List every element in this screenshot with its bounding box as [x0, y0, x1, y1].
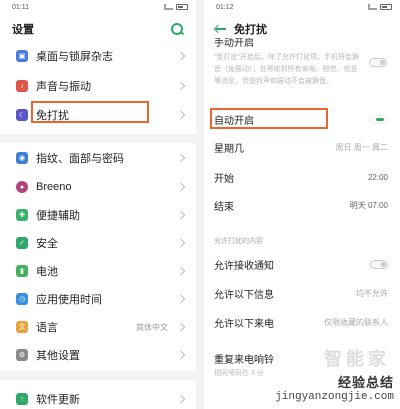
settings-item-label: 安全	[36, 238, 58, 250]
highlight-box	[31, 101, 149, 123]
weekday-value: 周日 周一 周二	[335, 142, 388, 152]
allow-calls-value: 仅限收藏的联系人	[324, 317, 388, 327]
signal-icon	[164, 4, 173, 10]
watermark-gray: 智能家	[324, 349, 390, 369]
sound-icon: ♪	[16, 80, 28, 92]
chevron-right-icon	[176, 210, 186, 220]
allow-calls-row[interactable]: 允许以下来电 仅限收藏的联系人	[204, 311, 400, 333]
page-title: 免打扰	[234, 24, 267, 36]
manual-enable-toggle-wrap[interactable]	[369, 58, 387, 67]
settings-item-label: 语言	[36, 322, 58, 334]
chevron-right-icon	[176, 266, 186, 276]
status-time: 01:12	[216, 3, 234, 11]
chevron-right-icon	[176, 153, 186, 163]
usage-time-icon: ◷	[16, 293, 28, 305]
chevron-right-icon	[176, 394, 186, 404]
fingerprint-icon: ◉	[16, 152, 28, 164]
breeno-icon: ●	[16, 181, 28, 193]
status-bar: 01:11	[0, 0, 196, 14]
dnd-panel: 01:12 免打扰 手动开启 "免打扰"开启后，除了允许打扰项，手机将会静音（免…	[204, 0, 400, 409]
status-bar: 01:12	[204, 0, 400, 14]
start-time-label: 开始	[214, 173, 234, 185]
settings-item-label: 声音与振动	[36, 81, 91, 93]
allow-section-header: 允许打扰的内容	[214, 238, 263, 245]
manual-enable-row[interactable]: 手动开启	[204, 38, 400, 52]
settings-item-other[interactable]: ⚙ 其他设置	[0, 340, 196, 370]
settings-item-label: Breeno	[36, 181, 72, 193]
page-title: 设置	[12, 24, 34, 36]
watermark-url: jingyanzongjie.com	[275, 391, 394, 403]
settings-item-label: 桌面与锁屏杂志	[36, 51, 113, 63]
chevron-right-icon	[176, 350, 186, 360]
settings-item-label: 电池	[36, 266, 58, 278]
allow-notifications-toggle[interactable]	[370, 259, 388, 269]
end-time-label: 结束	[214, 201, 234, 213]
settings-item-label: 软件更新	[36, 394, 80, 406]
search-icon[interactable]	[170, 22, 184, 36]
allow-notifications-label: 允许接收通知	[214, 260, 274, 272]
watermark: 经验总结 jingyanzongjie.com	[275, 375, 394, 405]
chevron-right-icon	[176, 294, 186, 304]
divider	[0, 371, 196, 380]
chevron-right-icon	[176, 81, 186, 91]
settings-item-label: 便捷辅助	[36, 210, 80, 222]
shield-icon: ✓	[16, 237, 28, 249]
settings-item-update[interactable]: ↑ 软件更新	[0, 384, 196, 409]
weekday-row[interactable]: 星期几 周日 周一 周二	[204, 136, 400, 158]
moon-icon: ☾	[16, 109, 28, 121]
settings-item-language[interactable]: 文 语言 简体中文	[0, 312, 196, 342]
auto-enable-toggle[interactable]	[370, 114, 388, 124]
other-settings-icon: ⚙	[16, 349, 28, 361]
settings-item-label: 应用使用时间	[36, 294, 102, 306]
chevron-right-icon	[176, 322, 186, 332]
end-time-value: 明天 07:00	[349, 200, 388, 210]
allow-messages-value: 均不允许	[356, 288, 388, 298]
settings-panel: 01:11 设置 ▣ 桌面与锁屏杂志 ♪ 声音与振动 ☾ 免打扰 ◉ 指纹、面部…	[0, 0, 196, 409]
battery-icon	[176, 4, 188, 10]
settings-item-label: 其他设置	[36, 350, 80, 362]
end-time-row[interactable]: 结束 明天 07:00	[204, 194, 400, 216]
repeat-call-description: 相同号码在 3 分	[214, 370, 264, 377]
status-icons	[368, 4, 392, 10]
settings-item-breeno[interactable]: ● Breeno	[0, 172, 196, 202]
language-icon: 文	[16, 321, 28, 333]
highlight-box	[210, 108, 328, 129]
signal-icon	[368, 4, 377, 10]
settings-item-sound[interactable]: ♪ 声音与振动	[0, 71, 196, 101]
manual-enable-label: 手动开启	[214, 38, 254, 49]
update-icon: ↑	[16, 393, 28, 405]
settings-item-battery[interactable]: ▮ 电池	[0, 256, 196, 286]
assist-icon: ✚	[16, 209, 28, 221]
desktop-icon: ▣	[16, 50, 28, 62]
chevron-right-icon	[176, 182, 186, 192]
allow-notifications-row[interactable]: 允许接收通知	[204, 253, 400, 275]
chevron-right-icon	[176, 238, 186, 248]
settings-item-fingerprint[interactable]: ◉ 指纹、面部与密码	[0, 143, 196, 173]
allow-messages-row[interactable]: 允许以下信息 均不允许	[204, 282, 400, 304]
back-arrow-icon[interactable]	[214, 24, 226, 34]
watermark-brand: 经验总结	[337, 375, 394, 390]
allow-messages-label: 允许以下信息	[214, 289, 274, 301]
status-icons	[164, 4, 188, 10]
settings-item-assist[interactable]: ✚ 便捷辅助	[0, 200, 196, 230]
battery-setting-icon: ▮	[16, 265, 28, 277]
allow-calls-label: 允许以下来电	[214, 318, 274, 330]
divider	[0, 134, 196, 143]
settings-item-label: 指纹、面部与密码	[36, 153, 124, 165]
settings-item-security[interactable]: ✓ 安全	[0, 228, 196, 258]
weekday-label: 星期几	[214, 143, 244, 155]
start-time-value: 22:00	[367, 172, 388, 182]
language-value: 简体中文	[136, 322, 168, 332]
battery-icon	[380, 4, 392, 10]
chevron-right-icon	[176, 110, 186, 120]
start-time-row[interactable]: 开始 22:00	[204, 166, 400, 188]
manual-enable-toggle[interactable]	[369, 58, 387, 67]
settings-header: 设置	[0, 14, 196, 44]
status-time: 01:11	[12, 3, 29, 11]
settings-item-desktop[interactable]: ▣ 桌面与锁屏杂志	[0, 41, 196, 71]
chevron-right-icon	[176, 51, 186, 61]
settings-item-usage[interactable]: ◷ 应用使用时间	[0, 284, 196, 314]
manual-enable-description: "免打扰"开启后，除了允许打扰项，手机将会静音（免振动），且将收到所有来电、短信…	[214, 54, 359, 85]
